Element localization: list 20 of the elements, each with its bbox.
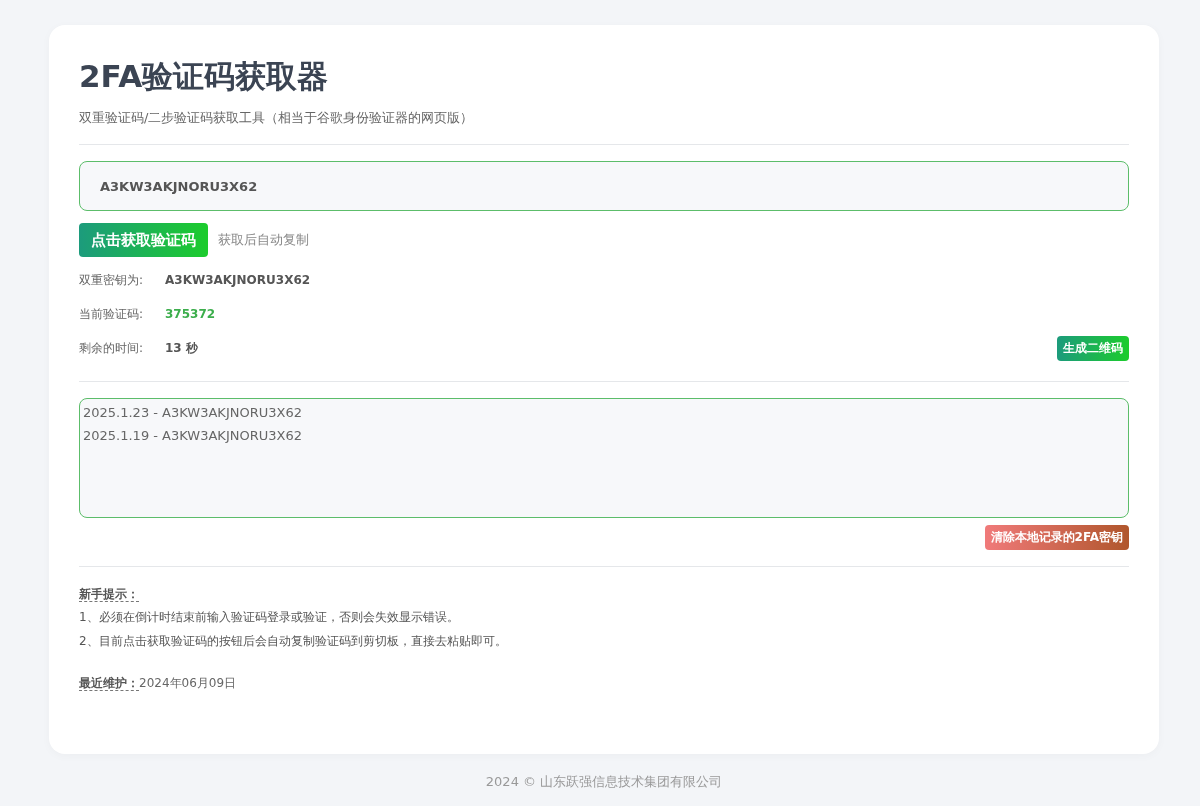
info-label: 当前验证码: (79, 305, 145, 323)
footer-text: 2024 © 山东跃强信息技术集团有限公司 (485, 774, 723, 789)
get-code-button[interactable]: 点击获取验证码 (79, 223, 208, 257)
generate-qr-button[interactable]: 生成二维码 (1057, 335, 1129, 361)
secret-input-field[interactable]: A3KW3AKJNORU3X62 (79, 161, 1129, 211)
maintenance-date: 2024年06月09日 (139, 676, 237, 690)
page-title: 2FA验证码获取器 (79, 57, 330, 95)
info-label: 双重密钥为: (79, 271, 145, 289)
history-field[interactable]: 2025.1.23 - A3KW3AKJNORU3X62 2025.1.19 - A3KW3AKJNORU3X62 (79, 398, 1129, 518)
tip-text: 1、必须在倒计时结束前输入验证码登录或验证，否则会失效显示错误。 (79, 609, 460, 626)
tips-heading: 新手提示： (79, 587, 139, 602)
clear-keys-button[interactable]: 清除本地记录的2FA密钥 (984, 525, 1129, 550)
remaining-time: 13 秒 (165, 339, 198, 357)
info-label: 剩余的时间: (79, 339, 145, 357)
verification-code: 375372 (165, 307, 216, 321)
maintenance-label: 最近维护： (79, 676, 139, 691)
secret-key-value: A3KW3AKJNORU3X62 (165, 273, 311, 287)
page-subtitle: 双重验证码/二步验证码获取工具（相当于谷歌身份验证器的网页版） (79, 109, 475, 127)
copy-hint: 获取后自动复制 (218, 231, 309, 249)
tip-text: 2、目前点击获取验证码的按钮后会自动复制验证码到剪切板，直接去粘贴即可。 (79, 633, 508, 650)
